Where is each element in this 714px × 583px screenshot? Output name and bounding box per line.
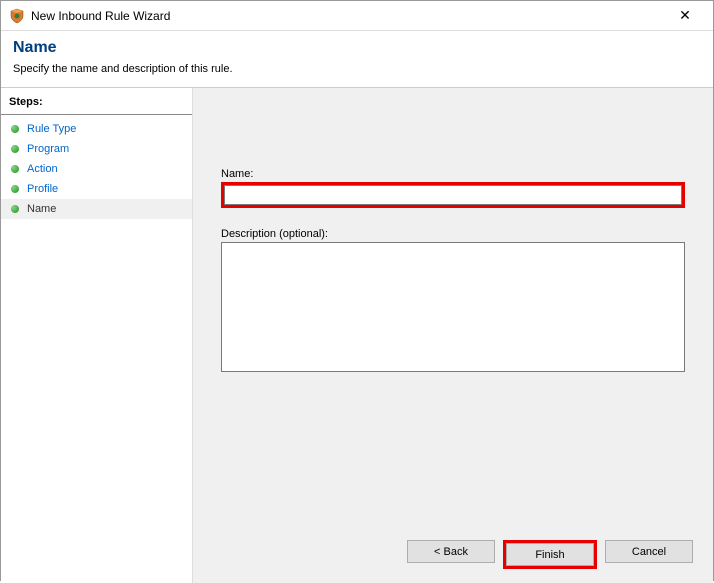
description-input[interactable] [221, 242, 685, 372]
bullet-icon [11, 185, 19, 193]
steps-heading: Steps: [1, 92, 192, 115]
description-field-group: Description (optional): [221, 228, 685, 377]
page-title: Name [13, 39, 701, 57]
wizard-body: Steps: Rule Type Program Action Profile … [1, 88, 713, 583]
bullet-icon [11, 145, 19, 153]
step-rule-type[interactable]: Rule Type [1, 119, 192, 139]
step-profile[interactable]: Profile [1, 179, 192, 199]
page-subtitle: Specify the name and description of this… [13, 63, 701, 75]
button-row: < Back Finish Cancel [407, 540, 693, 569]
step-link[interactable]: Profile [27, 183, 58, 195]
cancel-button[interactable]: Cancel [605, 540, 693, 563]
step-link[interactable]: Program [27, 143, 69, 155]
step-name[interactable]: Name [1, 199, 192, 219]
finish-button[interactable]: Finish [506, 543, 594, 566]
back-button[interactable]: < Back [407, 540, 495, 563]
step-link[interactable]: Action [27, 163, 58, 175]
name-label: Name: [221, 168, 685, 180]
step-link[interactable]: Name [27, 203, 56, 215]
name-field-group: Name: [221, 168, 685, 208]
bullet-icon [11, 125, 19, 133]
close-icon: ✕ [679, 7, 691, 24]
close-button[interactable]: ✕ [665, 2, 705, 30]
steps-sidebar: Steps: Rule Type Program Action Profile … [1, 88, 193, 583]
firewall-icon [9, 8, 25, 24]
finish-button-highlight: Finish [503, 540, 597, 569]
step-link[interactable]: Rule Type [27, 123, 76, 135]
wizard-header: Name Specify the name and description of… [1, 31, 713, 88]
bullet-icon [11, 165, 19, 173]
name-input-highlight [221, 182, 685, 208]
content-pane: Name: Description (optional): < Back Fin… [193, 88, 713, 583]
name-input[interactable] [224, 185, 682, 205]
titlebar: New Inbound Rule Wizard ✕ [1, 1, 713, 31]
step-action[interactable]: Action [1, 159, 192, 179]
description-label: Description (optional): [221, 228, 685, 240]
bullet-icon [11, 205, 19, 213]
window-title: New Inbound Rule Wizard [31, 9, 665, 23]
step-program[interactable]: Program [1, 139, 192, 159]
